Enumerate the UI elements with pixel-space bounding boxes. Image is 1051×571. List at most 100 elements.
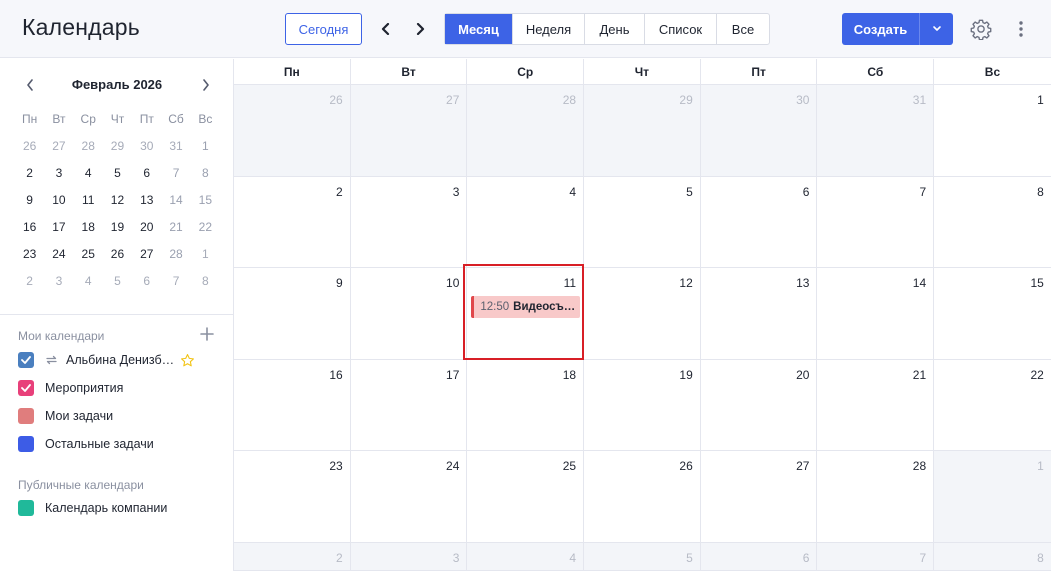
calendar-checkbox[interactable] xyxy=(18,436,34,452)
mini-day[interactable]: 7 xyxy=(161,274,190,288)
mini-day[interactable]: 31 xyxy=(161,139,190,153)
view-tab-2[interactable]: День xyxy=(585,14,645,44)
day-number[interactable]: 30 xyxy=(796,93,809,107)
day-cell[interactable]: 2 xyxy=(234,176,351,267)
day-cell[interactable]: 7 xyxy=(817,176,935,267)
day-number[interactable]: 1 xyxy=(1037,459,1044,473)
day-number[interactable]: 21 xyxy=(913,368,926,382)
day-number[interactable]: 13 xyxy=(796,276,809,290)
mini-day[interactable]: 15 xyxy=(191,193,220,207)
calendar-checkbox[interactable] xyxy=(18,500,34,516)
calendar-checkbox[interactable] xyxy=(18,408,34,424)
day-cell[interactable]: 24 xyxy=(350,451,468,542)
mini-day[interactable]: 6 xyxy=(132,274,161,288)
public-calendar-item[interactable]: Календарь компании xyxy=(18,497,167,519)
day-number[interactable]: 27 xyxy=(446,93,459,107)
mini-day[interactable]: 30 xyxy=(132,139,161,153)
day-cell[interactable]: 2 xyxy=(234,542,351,570)
settings-button[interactable] xyxy=(969,16,993,42)
day-number[interactable]: 17 xyxy=(446,368,459,382)
star-icon[interactable] xyxy=(180,353,195,368)
mini-day[interactable]: 17 xyxy=(44,220,73,234)
day-cell[interactable]: 14 xyxy=(817,268,935,359)
day-number[interactable]: 3 xyxy=(453,551,460,565)
calendar-checkbox[interactable] xyxy=(18,380,34,396)
mini-day[interactable]: 7 xyxy=(161,166,190,180)
mini-day[interactable]: 13 xyxy=(132,193,161,207)
day-cell[interactable]: 16 xyxy=(234,359,351,450)
mini-day[interactable]: 21 xyxy=(161,220,190,234)
mini-day[interactable]: 14 xyxy=(161,193,190,207)
mini-day[interactable]: 8 xyxy=(191,274,220,288)
day-cell[interactable]: 10 xyxy=(350,268,468,359)
day-cell[interactable]: 30 xyxy=(700,85,818,176)
day-number[interactable]: 1 xyxy=(1037,93,1044,107)
day-number[interactable]: 11 xyxy=(564,276,576,290)
day-cell[interactable]: 5 xyxy=(584,176,701,267)
day-cell[interactable]: 27 xyxy=(700,451,818,542)
mini-day[interactable]: 5 xyxy=(103,166,132,180)
day-cell[interactable]: 11 12:50 Видеосъ… xyxy=(467,268,585,359)
day-cell[interactable]: 6 xyxy=(700,176,818,267)
mini-day[interactable]: 26 xyxy=(15,139,44,153)
mini-day[interactable]: 24 xyxy=(44,247,73,261)
more-options-button[interactable] xyxy=(1009,16,1033,42)
mini-day[interactable]: 4 xyxy=(74,274,103,288)
day-number[interactable]: 20 xyxy=(796,368,809,382)
day-number[interactable]: 24 xyxy=(446,459,459,473)
create-button[interactable]: Создать xyxy=(842,13,920,45)
day-number[interactable]: 28 xyxy=(913,459,926,473)
day-cell[interactable]: 28 xyxy=(467,85,585,176)
day-number[interactable]: 29 xyxy=(679,93,692,107)
mini-day[interactable]: 28 xyxy=(74,139,103,153)
mini-day[interactable]: 10 xyxy=(44,193,73,207)
day-number[interactable]: 9 xyxy=(336,276,343,290)
day-number[interactable]: 7 xyxy=(919,551,926,565)
day-number[interactable]: 27 xyxy=(796,459,809,473)
mini-day[interactable]: 2 xyxy=(15,166,44,180)
day-cell[interactable]: 12 xyxy=(584,268,701,359)
mini-day[interactable]: 2 xyxy=(15,274,44,288)
mini-day[interactable]: 23 xyxy=(15,247,44,261)
mini-day[interactable]: 25 xyxy=(74,247,103,261)
day-cell[interactable]: 13 xyxy=(700,268,818,359)
mini-day[interactable]: 11 xyxy=(74,193,103,207)
day-number[interactable]: 4 xyxy=(569,185,576,199)
calendar-checkbox[interactable] xyxy=(18,352,34,368)
today-button[interactable]: Сегодня xyxy=(285,13,362,45)
day-number[interactable]: 26 xyxy=(329,93,342,107)
day-cell[interactable]: 20 xyxy=(700,359,818,450)
mini-day[interactable]: 12 xyxy=(103,193,132,207)
day-cell[interactable]: 31 xyxy=(817,85,935,176)
prev-month-button[interactable] xyxy=(374,13,398,45)
mini-day[interactable]: 3 xyxy=(44,274,73,288)
day-number[interactable]: 22 xyxy=(1030,368,1043,382)
day-number[interactable]: 15 xyxy=(1030,276,1043,290)
day-number[interactable]: 5 xyxy=(686,185,693,199)
mini-day[interactable]: 28 xyxy=(161,247,190,261)
day-number[interactable]: 6 xyxy=(803,551,810,565)
day-cell[interactable]: 5 xyxy=(584,542,701,570)
event-item[interactable]: 12:50 Видеосъ… xyxy=(471,296,581,318)
view-tab-0[interactable]: Месяц xyxy=(445,14,513,44)
view-tab-4[interactable]: Все xyxy=(717,14,769,44)
mini-day[interactable]: 18 xyxy=(74,220,103,234)
mini-day[interactable]: 20 xyxy=(132,220,161,234)
day-number[interactable]: 7 xyxy=(919,185,926,199)
create-dropdown-button[interactable] xyxy=(920,13,953,45)
mini-day[interactable]: 4 xyxy=(74,166,103,180)
day-cell[interactable]: 26 xyxy=(234,85,351,176)
mini-day[interactable]: 6 xyxy=(132,166,161,180)
day-cell[interactable]: 7 xyxy=(817,542,935,570)
day-cell[interactable]: 1 xyxy=(934,451,1051,542)
day-cell[interactable]: 8 xyxy=(934,542,1051,570)
day-number[interactable]: 14 xyxy=(913,276,926,290)
day-number[interactable]: 12 xyxy=(679,276,692,290)
day-cell[interactable]: 21 xyxy=(817,359,935,450)
mini-day[interactable]: 3 xyxy=(44,166,73,180)
day-number[interactable]: 4 xyxy=(569,551,576,565)
day-number[interactable]: 18 xyxy=(563,368,576,382)
day-cell[interactable]: 22 xyxy=(934,359,1051,450)
day-number[interactable]: 26 xyxy=(679,459,692,473)
day-number[interactable]: 2 xyxy=(336,185,343,199)
